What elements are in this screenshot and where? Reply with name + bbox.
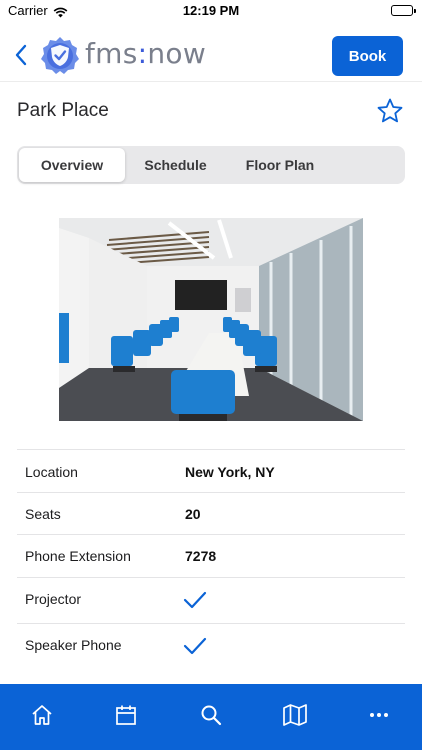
clock-time: 12:19 PM (182, 3, 240, 18)
book-button[interactable]: Book (332, 36, 403, 76)
favorite-star-icon[interactable] (376, 97, 404, 130)
search-icon[interactable] (196, 700, 226, 730)
detail-label: Seats (25, 506, 61, 522)
back-chevron-icon[interactable] (10, 42, 32, 68)
battery-icon (391, 5, 416, 16)
detail-row-seats: Seats 20 (17, 492, 405, 534)
detail-row-speaker-phone: Speaker Phone (17, 623, 405, 669)
calendar-icon[interactable] (111, 700, 141, 730)
fms-logo-icon (39, 35, 81, 80)
tab-schedule[interactable]: Schedule (125, 148, 226, 182)
detail-row-projector: Projector (17, 577, 405, 623)
room-photo (59, 218, 363, 421)
room-header: Park Place (0, 92, 422, 132)
room-title: Park Place (17, 100, 109, 121)
view-segmented-control: Overview Schedule Floor Plan (17, 146, 405, 184)
detail-value: 7278 (185, 548, 217, 564)
detail-label: Phone Extension (25, 548, 131, 564)
home-icon[interactable] (27, 700, 57, 730)
map-icon[interactable] (280, 700, 310, 730)
status-bar: Carrier 12:19 PM (0, 0, 422, 24)
bottom-tab-bar (0, 684, 422, 750)
room-details-list: Location New York, NY Seats 20 Phone Ext… (17, 449, 405, 669)
checkmark-icon (183, 636, 207, 661)
detail-value: New York, NY (185, 464, 275, 480)
detail-label: Speaker Phone (25, 637, 122, 653)
navigation-bar: fms:now Book (0, 24, 422, 82)
checkmark-icon (183, 590, 207, 615)
detail-label: Projector (25, 591, 82, 607)
detail-row-phone-extension: Phone Extension 7278 (17, 534, 405, 577)
app-logo-wordmark: fms:now (85, 37, 207, 70)
detail-value: 20 (185, 506, 201, 522)
more-icon[interactable] (364, 700, 394, 730)
detail-row-location: Location New York, NY (17, 449, 405, 492)
tab-overview[interactable]: Overview (19, 148, 125, 182)
detail-label: Location (25, 464, 78, 480)
tab-floor-plan[interactable]: Floor Plan (226, 148, 334, 182)
